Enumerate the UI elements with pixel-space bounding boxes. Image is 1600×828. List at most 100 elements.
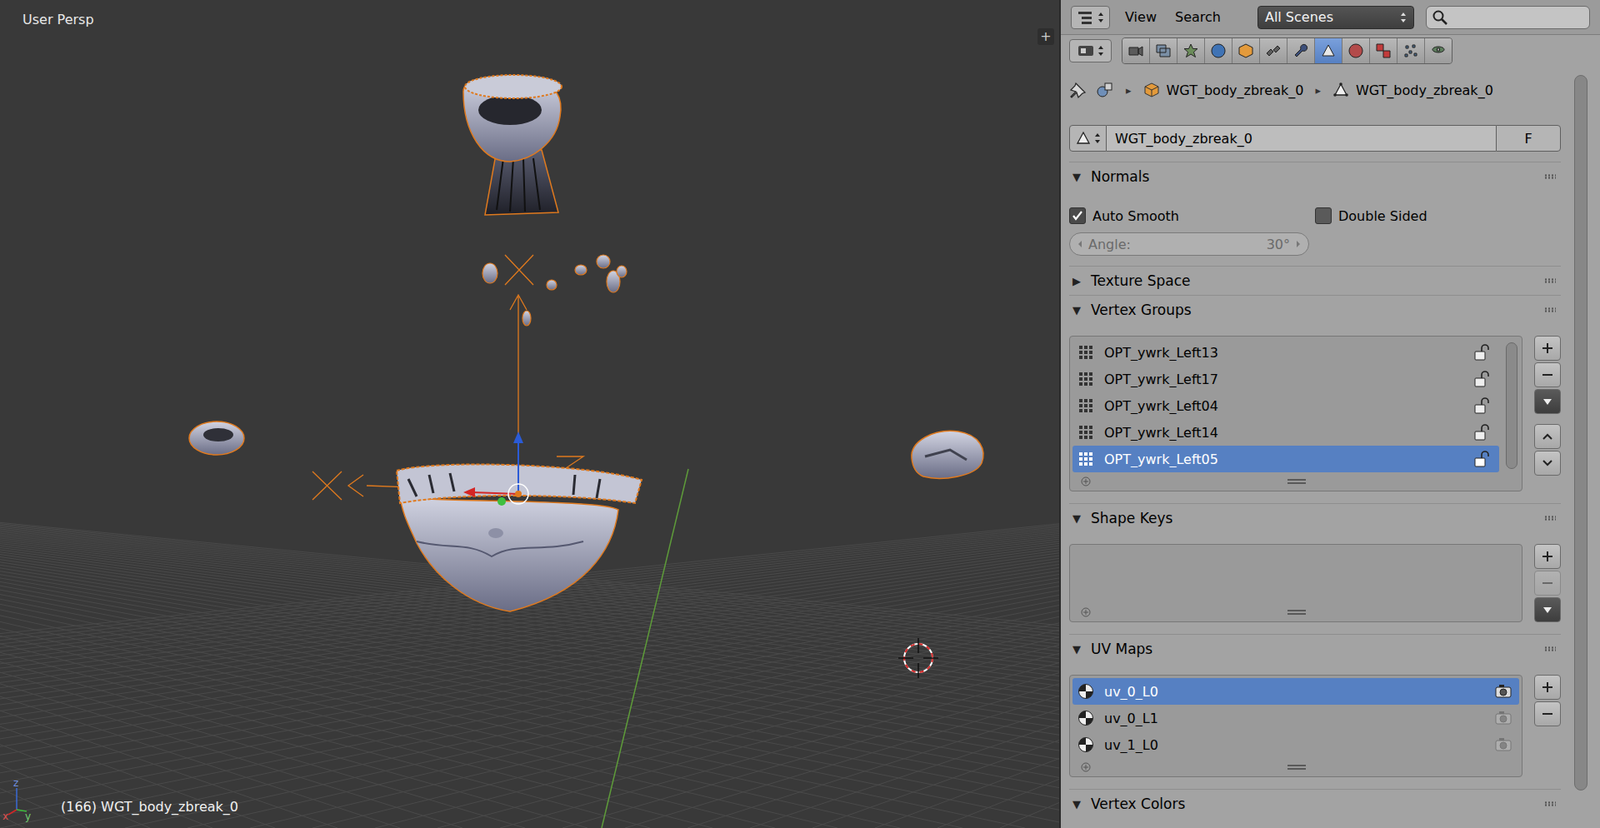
property-tab[interactable] (1342, 38, 1370, 64)
arrow-left-icon (1076, 240, 1084, 249)
checkbox[interactable]: Double Sided (1315, 207, 1561, 225)
list-button[interactable] (1534, 450, 1561, 476)
angle-slider[interactable]: Angle:30° (1069, 232, 1310, 256)
vertex-group-icon (1077, 424, 1095, 441)
property-tab[interactable] (1315, 38, 1343, 64)
resize-grip-icon[interactable] (1286, 609, 1307, 616)
breadcrumb: ▸WGT_body_zbreak_0▸WGT_body_zbreak_0 (1069, 77, 1561, 103)
render-camera-icon[interactable] (1494, 683, 1513, 700)
scene-filter-dropdown[interactable]: All Scenes (1257, 5, 1415, 30)
render-camera-icon[interactable] (1494, 736, 1513, 754)
list-button[interactable] (1534, 362, 1561, 388)
filter-icon[interactable] (1080, 761, 1092, 774)
small-fragments[interactable] (482, 255, 627, 326)
tab-icon (1402, 42, 1420, 60)
scene-canvas[interactable]: xyz (0, 0, 1061, 828)
list-button[interactable] (1534, 335, 1561, 361)
editor-scrollbar[interactable] (1560, 35, 1600, 828)
panel-header[interactable]: ▼Shape Keys (1069, 504, 1561, 533)
vertex-group-row[interactable]: OPT_ywrk_Left14 (1072, 419, 1500, 446)
drag-grip[interactable] (1544, 307, 1556, 313)
panel-header[interactable]: ▼Normals (1069, 162, 1561, 191)
lock-icon[interactable] (1472, 343, 1490, 362)
property-tab[interactable] (1150, 38, 1178, 64)
panel-header[interactable]: ▼Vertex Groups (1069, 295, 1561, 325)
datablock-name-field[interactable]: WGT_body_zbreak_0 (1106, 125, 1496, 152)
mesh-icon (1075, 130, 1092, 147)
vertex-group-row[interactable]: OPT_ywrk_Left17 (1072, 365, 1500, 393)
updown-icon (1097, 44, 1105, 58)
texture-space-panel: ▶Texture Space (1069, 265, 1561, 295)
right-mesh[interactable] (911, 430, 984, 479)
lock-icon[interactable] (1472, 450, 1490, 469)
editor-type-button[interactable] (1070, 5, 1110, 30)
drag-grip[interactable] (1544, 278, 1556, 284)
property-tab[interactable] (1287, 38, 1315, 64)
list-button[interactable] (1534, 424, 1561, 450)
drag-grip[interactable] (1544, 801, 1556, 807)
list-scrollbar[interactable] (1501, 339, 1522, 473)
empty-cross[interactable] (312, 255, 585, 500)
header-menu[interactable]: Search (1171, 9, 1225, 25)
3d-viewport[interactable]: xyzUser Persp(166) WGT_body_zbreak_0+ (0, 0, 1061, 828)
drag-grip[interactable] (1544, 515, 1556, 521)
panel-header[interactable]: ▼Vertex Colors (1069, 790, 1561, 819)
drag-grip[interactable] (1544, 646, 1556, 652)
resize-grip-icon[interactable] (1286, 764, 1307, 771)
filter-icon[interactable] (1080, 606, 1092, 619)
panel-header[interactable]: ▼UV Maps (1069, 635, 1561, 664)
list-button[interactable] (1534, 389, 1561, 415)
context-button[interactable] (1069, 39, 1112, 63)
checkmark-icon (1070, 209, 1085, 223)
property-tab[interactable] (1260, 38, 1288, 64)
lock-icon[interactable] (1472, 396, 1490, 415)
panel-header[interactable]: ▶Texture Space (1069, 266, 1561, 295)
property-tab[interactable] (1425, 38, 1452, 64)
3d-cursor-icon[interactable] (898, 638, 939, 679)
property-tab[interactable] (1370, 38, 1398, 64)
property-tab[interactable] (1397, 38, 1425, 64)
uv-map-row[interactable]: uv_1_L0 (1072, 731, 1520, 759)
breadcrumb-item[interactable]: WGT_body_zbreak_0 (1332, 81, 1494, 99)
lock-icon[interactable] (1472, 423, 1490, 442)
transform-manipulator[interactable] (463, 431, 529, 506)
vertex-group-row[interactable]: OPT_ywrk_Left13 (1072, 339, 1500, 366)
vertex-group-row[interactable]: OPT_ywrk_Left05 (1072, 445, 1500, 473)
uv-checker-icon (1077, 683, 1095, 700)
region-toggle[interactable]: + (1037, 28, 1055, 45)
uv-map-row[interactable]: uv_0_L0 (1072, 678, 1520, 705)
search-field[interactable] (1425, 5, 1590, 30)
property-tab[interactable] (1177, 38, 1205, 64)
breadcrumb-item[interactable]: WGT_body_zbreak_0 (1143, 81, 1305, 99)
list-button[interactable] (1534, 675, 1561, 700)
breadcrumb-separator: ▸ (1311, 84, 1325, 97)
checkbox[interactable]: Auto Smooth (1069, 207, 1315, 225)
resize-grip-icon[interactable] (1286, 478, 1307, 485)
head-mesh[interactable] (463, 75, 562, 215)
specials-icon (1540, 395, 1555, 409)
uv-map-row[interactable]: uv_0_L1 (1072, 705, 1520, 732)
list-button[interactable] (1534, 544, 1561, 570)
pin-icon[interactable] (1069, 80, 1088, 100)
list-button[interactable] (1534, 597, 1561, 623)
vertex-group-row[interactable]: OPT_ywrk_Left04 (1072, 392, 1500, 420)
filter-icon[interactable] (1080, 475, 1092, 488)
render-camera-icon[interactable] (1494, 710, 1513, 727)
axis-gizmo-icon: xyz (2, 777, 31, 823)
property-tab[interactable] (1232, 38, 1260, 64)
up-icon (1540, 430, 1555, 444)
header-menu[interactable]: View (1121, 9, 1160, 25)
property-tab[interactable] (1205, 38, 1233, 64)
list-button[interactable] (1534, 701, 1561, 727)
uv-checker-icon (1077, 710, 1095, 727)
mesh-browse-button[interactable] (1069, 125, 1107, 152)
fake-user-button[interactable]: F (1495, 125, 1561, 152)
tab-icon (1375, 42, 1392, 60)
property-tab[interactable] (1122, 38, 1150, 64)
drag-grip[interactable] (1544, 174, 1556, 180)
left-mesh[interactable] (189, 421, 245, 455)
tab-icon (1127, 42, 1145, 60)
list-button[interactable] (1534, 570, 1561, 596)
vertex-group-icon (1077, 397, 1095, 415)
lock-icon[interactable] (1472, 370, 1490, 389)
